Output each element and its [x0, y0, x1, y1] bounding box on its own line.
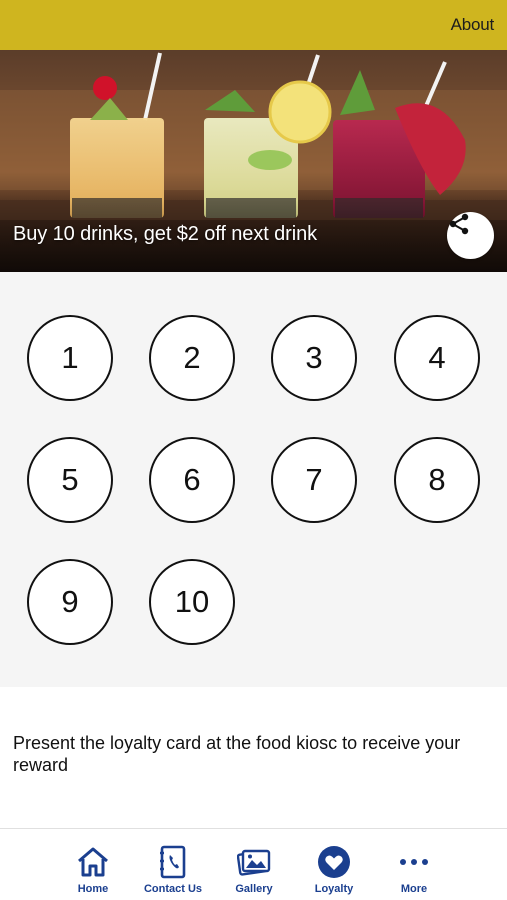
- top-bar: About: [0, 0, 507, 50]
- stamp-circle: 10: [149, 559, 235, 645]
- phone-book-icon: [160, 845, 186, 879]
- stamp-circle: 3: [271, 315, 357, 401]
- tab-more-label: More: [400, 883, 428, 895]
- stamp-circle: 4: [394, 315, 480, 401]
- bottom-tab-bar: Home Contact Us Gallery Loyalty More: [0, 828, 507, 900]
- share-button[interactable]: [447, 212, 494, 259]
- stamp-circle: 2: [149, 315, 235, 401]
- stamp-circle: 8: [394, 437, 480, 523]
- more-dots-icon: [400, 859, 428, 865]
- heart-icon: [318, 846, 350, 878]
- tab-more[interactable]: More: [369, 829, 459, 900]
- share-icon: [449, 213, 469, 235]
- tab-home-label: Home: [77, 883, 109, 895]
- stamp-circle: 6: [149, 437, 235, 523]
- reward-instructions: Present the loyalty card at the food kio…: [13, 733, 461, 775]
- tab-contact-us-label: Contact Us: [143, 883, 203, 895]
- loyalty-card: 1 2 3 4 5 6 7 8 9 10: [0, 272, 507, 687]
- hero-title: Buy 10 drinks, get $2 off next drink: [13, 223, 317, 245]
- gallery-icon: [237, 849, 271, 876]
- stamp-circle: 5: [27, 437, 113, 523]
- hero-banner: Buy 10 drinks, get $2 off next drink: [0, 50, 507, 272]
- tab-loyalty[interactable]: Loyalty: [289, 829, 379, 900]
- stamp-circle: 7: [271, 437, 357, 523]
- stamp-circle: 1: [27, 315, 113, 401]
- tab-gallery[interactable]: Gallery: [209, 829, 299, 900]
- home-icon: [78, 847, 108, 877]
- about-link[interactable]: About: [451, 15, 495, 35]
- tab-home[interactable]: Home: [48, 829, 138, 900]
- tab-gallery-label: Gallery: [235, 883, 273, 895]
- tab-loyalty-label: Loyalty: [314, 883, 354, 895]
- tab-contact-us[interactable]: Contact Us: [128, 829, 218, 900]
- stamp-circle: 9: [27, 559, 113, 645]
